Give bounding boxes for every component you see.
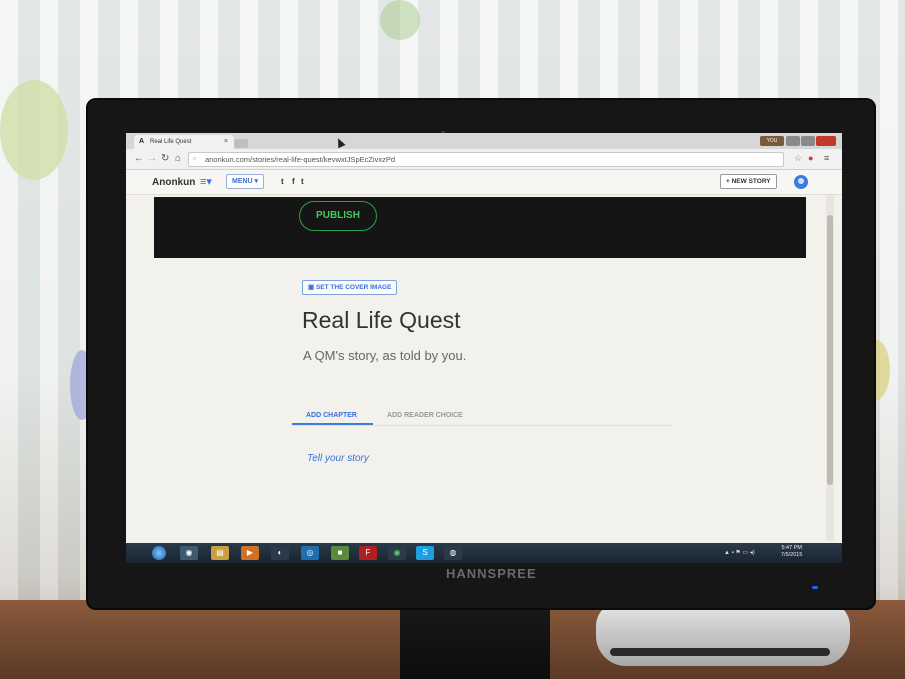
address-bar[interactable]: ▫ anonkun.com/stories/real-life-quest/ke…: [188, 152, 784, 167]
story-subtitle: A QM's story, as told by you.: [303, 348, 467, 363]
favicon-icon: A: [139, 138, 145, 145]
user-profile-button[interactable]: YOU: [760, 136, 784, 146]
power-led: [812, 586, 818, 589]
page-icon: ▫: [193, 154, 196, 163]
steam-taskbar-icon[interactable]: ◍: [444, 546, 462, 560]
clock-date: 7/5/2015: [781, 552, 803, 558]
taskbar-clock[interactable]: 5:47 PM 7/5/2015: [781, 545, 802, 559]
flash-taskbar-icon[interactable]: F: [359, 546, 377, 560]
app-taskbar-icon[interactable]: ◐: [271, 546, 289, 560]
tumblr-icon[interactable]: t: [301, 177, 304, 186]
browser-tab[interactable]: A Real Life Quest ×: [134, 135, 234, 149]
chrome-menu-icon[interactable]: ≡: [824, 153, 829, 163]
user-avatar[interactable]: [794, 175, 808, 189]
content-tabs: ADD CHAPTER ADD READER CHOICE: [292, 408, 672, 426]
browser-tab-bar: A Real Life Quest × YOU: [126, 133, 842, 149]
reload-icon[interactable]: ↻: [161, 153, 169, 164]
site-logo[interactable]: Anonkun: [152, 177, 195, 188]
chrome-taskbar-icon[interactable]: ◉: [180, 546, 198, 560]
windows-taskbar: ◉ ▤ ▶ ◐ ◎ ■ F ◉ S ◍ ▲ ▪ ⚑ ▭ ◂) 5:47 PM 7…: [126, 543, 842, 563]
publish-button[interactable]: PUBLISH: [299, 201, 377, 231]
spotify-taskbar-icon[interactable]: ◉: [388, 546, 406, 560]
tab-add-chapter[interactable]: ADD CHAPTER: [306, 412, 357, 419]
story-title: Real Life Quest: [302, 307, 461, 333]
minecraft-taskbar-icon[interactable]: ■: [331, 546, 349, 560]
monitor-brand: HANNSPREE: [446, 566, 537, 581]
screen: A Real Life Quest × YOU ← → ↻ ⌂ ▫ anonku…: [126, 133, 842, 563]
media-player-taskbar-icon[interactable]: ▶: [241, 546, 259, 560]
new-tab-button[interactable]: [234, 139, 248, 148]
explorer-taskbar-icon[interactable]: ▤: [211, 546, 229, 560]
maximize-icon[interactable]: [801, 136, 815, 146]
story-editor-placeholder[interactable]: Tell your story: [307, 453, 369, 464]
router-slot: [610, 648, 830, 656]
bookmark-star-icon[interactable]: ☆: [794, 153, 802, 164]
site-navbar: Anonkun ≡▾ MENU ▾ t f t + NEW STORY: [126, 170, 842, 195]
facebook-icon[interactable]: f: [292, 177, 295, 186]
start-button[interactable]: [152, 546, 166, 560]
skype-taskbar-icon[interactable]: S: [416, 546, 434, 560]
set-cover-image-label: SET THE COVER IMAGE: [315, 284, 392, 291]
browser-tab-title: Real Life Quest: [150, 139, 192, 145]
snail-decal: [380, 0, 420, 40]
home-icon[interactable]: ⌂: [175, 153, 181, 164]
set-cover-image-button[interactable]: ▣ SET THE COVER IMAGE: [302, 280, 398, 295]
scrollbar[interactable]: [826, 195, 834, 541]
extension-icon[interactable]: ●: [808, 153, 813, 163]
minimize-icon[interactable]: [786, 136, 800, 146]
system-tray-icons[interactable]: ▲ ▪ ⚑ ▭ ◂): [724, 549, 755, 556]
story-header-banner: PUBLISH: [154, 197, 806, 258]
app-taskbar-icon[interactable]: ◎: [301, 546, 319, 560]
close-tab-icon[interactable]: ×: [224, 138, 228, 145]
browser-toolbar: ← → ↻ ⌂ ▫ anonkun.com/stories/real-life-…: [126, 149, 842, 170]
forward-icon[interactable]: →: [147, 153, 157, 164]
clock-time: 5:47 PM: [781, 545, 802, 551]
twitter-icon[interactable]: t: [281, 177, 284, 186]
active-tab-indicator: [292, 423, 373, 425]
menu-button[interactable]: MENU ▾: [226, 174, 265, 189]
new-story-button[interactable]: + NEW STORY: [720, 174, 777, 189]
url-text: anonkun.com/stories/real-life-quest/kevw…: [205, 155, 396, 164]
scrollbar-thumb[interactable]: [827, 215, 833, 485]
back-icon[interactable]: ←: [134, 153, 144, 164]
close-window-icon[interactable]: [816, 136, 836, 146]
router: [596, 602, 850, 666]
bee-decal: [0, 80, 68, 180]
image-icon: ▣: [308, 284, 316, 291]
tab-add-reader-choice[interactable]: ADD READER CHOICE: [387, 412, 463, 419]
hamburger-icon[interactable]: ≡▾: [200, 175, 212, 188]
